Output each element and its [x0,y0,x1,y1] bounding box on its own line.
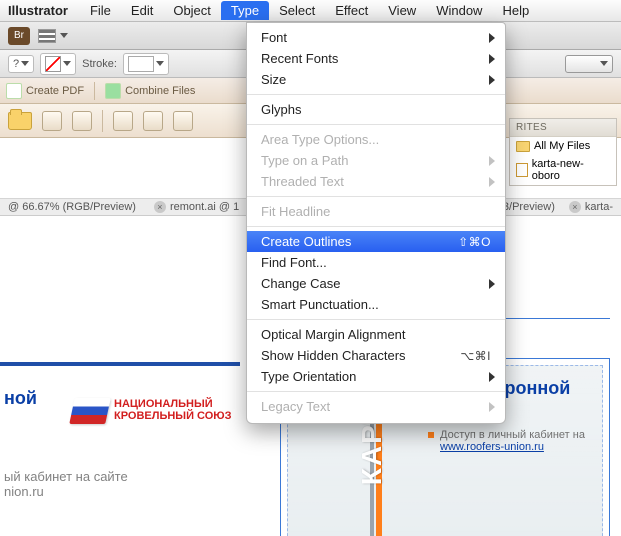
menu-window[interactable]: Window [426,1,492,20]
doc-tab-karta[interactable]: × karta- [569,201,613,213]
tool-button[interactable] [143,111,163,131]
workspace-switcher[interactable] [565,55,613,73]
menu-separator [247,124,505,125]
document-icon [516,163,528,177]
menu-type[interactable]: Type [221,1,269,20]
menu-item-threaded-text: Threaded Text [247,171,505,192]
folder-icon [516,141,530,152]
email-button[interactable] [72,111,92,131]
menu-item-show-hidden[interactable]: Show Hidden Characters⌥⌘I [247,345,505,366]
menu-separator [247,94,505,95]
menu-help[interactable]: Help [492,1,539,20]
flag-icon [69,398,111,424]
favorites-item-karta[interactable]: karta-new-oboro [510,155,616,185]
menu-item-size[interactable]: Size [247,69,505,90]
artwork-text: nion.ru [4,484,260,499]
menu-item-type-orientation[interactable]: Type Orientation [247,366,505,387]
menu-view[interactable]: View [378,1,426,20]
help-label: ? [13,58,19,70]
menu-edit[interactable]: Edit [121,1,163,20]
menu-separator [247,319,505,320]
favorites-header: RITES [510,119,616,137]
close-tab-button[interactable]: × [569,201,581,213]
open-folder-button[interactable] [8,112,32,130]
doc-tab-label: remont.ai @ 1 [170,201,239,213]
menu-item-glyphs[interactable]: Glyphs [247,99,505,120]
chevron-down-icon [63,61,71,66]
close-tab-button[interactable]: × [154,201,166,213]
chevron-down-icon [156,61,164,66]
chevron-down-icon [600,61,608,66]
chevron-down-icon [60,33,68,38]
combine-files-button[interactable]: Combine Files [105,83,195,99]
no-fill-icon [45,56,61,72]
separator [102,110,103,132]
menu-select[interactable]: Select [269,1,325,20]
create-pdf-button[interactable]: Create PDF [6,83,84,99]
menu-object[interactable]: Object [163,1,221,20]
doc-tab-fragment[interactable]: 3/Preview) [503,201,555,213]
artwork-rule [0,362,240,366]
menu-item-create-outlines[interactable]: Create Outlines⇧⌘O [247,231,505,252]
menu-effect[interactable]: Effect [325,1,378,20]
tool-button[interactable] [113,111,133,131]
artwork-logo: НАЦИОНАЛЬНЫЙ КРОВЕЛЬНЫЙ СОЮЗ [72,398,252,424]
menu-item-area-type-options: Area Type Options... [247,129,505,150]
stroke-label: Stroke: [82,58,117,70]
combine-files-label: Combine Files [125,85,195,97]
pdf-icon [6,83,22,99]
arrange-docs-icon [38,29,56,43]
bullet-icon [428,432,434,438]
create-pdf-label: Create PDF [26,85,84,97]
favorites-panel: RITES All My Files karta-new-oboro [509,118,617,186]
menu-item-find-font[interactable]: Find Font... [247,252,505,273]
fill-swatch[interactable] [40,53,76,75]
chevron-down-icon [21,61,29,66]
favorites-item-label: karta-new-oboro [532,158,610,182]
menu-item-legacy-text: Legacy Text [247,396,505,417]
menu-item-type-on-path: Type on a Path [247,150,505,171]
help-button[interactable]: ? [8,55,34,73]
menu-item-font[interactable]: Font [247,27,505,48]
menu-item-change-case[interactable]: Change Case [247,273,505,294]
logo-line: НАЦИОНАЛЬНЫЙ [114,398,232,410]
logo-line: КРОВЕЛЬНЫЙ СОЮЗ [114,410,232,422]
menu-separator [247,226,505,227]
bridge-button[interactable]: Br [8,27,30,45]
menu-item-recent-fonts[interactable]: Recent Fonts [247,48,505,69]
menu-file[interactable]: File [80,1,121,20]
menu-item-optical-margin[interactable]: Optical Margin Alignment [247,324,505,345]
menu-separator [247,391,505,392]
type-menu: Font Recent Fonts Size Glyphs Area Type … [246,22,506,424]
doc-tab-remont[interactable]: × remont.ai @ 1 [154,201,239,213]
stroke-weight-input[interactable] [123,53,169,75]
separator [94,82,95,100]
favorites-item-label: All My Files [534,140,590,152]
arrange-docs-button[interactable] [38,29,68,43]
tool-button[interactable] [173,111,193,131]
print-button[interactable] [42,111,62,131]
menubar: Illustrator File Edit Object Type Select… [0,0,621,22]
artwork-text: ый кабинет на сайте [4,469,260,484]
doc-tab-label: karta- [585,201,613,213]
artwork-link: www.roofers-union.ru [440,441,596,453]
combine-icon [105,83,121,99]
stroke-value[interactable] [128,56,154,72]
doc-tab-fragment[interactable]: @ 66.67% (RGB/Preview) [8,201,136,213]
menu-separator [247,196,505,197]
menu-item-smart-punctuation[interactable]: Smart Punctuation... [247,294,505,315]
menu-item-fit-headline: Fit Headline [247,201,505,222]
app-title: Illustrator [8,3,68,18]
artwork-bullet: Доступ в личный кабинет на [428,429,596,441]
favorites-item-allmyfiles[interactable]: All My Files [510,137,616,155]
